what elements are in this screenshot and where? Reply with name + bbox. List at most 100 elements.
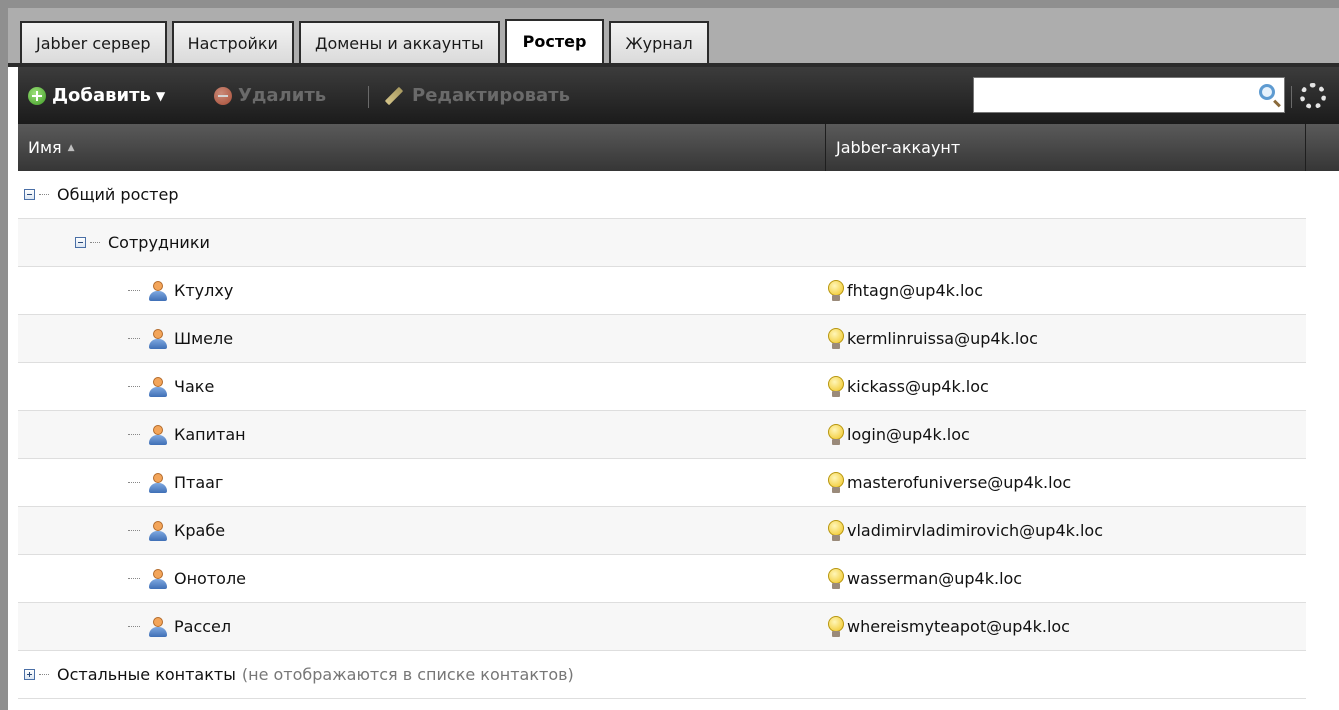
- group-node: Остальные контакты (не отображаются в сп…: [24, 651, 574, 698]
- pencil-icon: [384, 86, 404, 105]
- tab-strip: Jabber сервер Настройки Домены и аккаунт…: [8, 8, 1339, 65]
- expand-icon[interactable]: [24, 669, 35, 680]
- contact-row[interactable]: Капитан login@up4k.loc: [18, 411, 1306, 459]
- group-note: (не отображаются в списке контактов): [241, 665, 574, 684]
- tab-log[interactable]: Журнал: [609, 21, 709, 65]
- user-icon: [148, 424, 168, 445]
- lightbulb-icon: [828, 375, 844, 398]
- column-header-jabber-account[interactable]: Jabber-аккаунт: [826, 124, 1306, 171]
- tree-row-subgroup[interactable]: Сотрудники: [18, 219, 1306, 267]
- contact-jid: vladimirvladimirovich@up4k.loc: [847, 521, 1104, 540]
- group-label: Общий ростер: [57, 185, 179, 204]
- contact-jid-cell: wasserman@up4k.loc: [828, 555, 1022, 602]
- user-icon: [148, 328, 168, 349]
- contact-row[interactable]: Птааг masterofuniverse@up4k.loc: [18, 459, 1306, 507]
- collapse-icon[interactable]: [24, 189, 35, 200]
- contact-jid: whereismyteapot@up4k.loc: [847, 617, 1070, 636]
- search-icon[interactable]: [1259, 84, 1275, 100]
- tree-connector: [128, 338, 140, 339]
- contact-jid-cell: kickass@up4k.loc: [828, 363, 989, 410]
- contact-name: Шмеле: [174, 329, 234, 348]
- tree-row-group-other[interactable]: Остальные контакты (не отображаются в сп…: [18, 651, 1306, 699]
- contact-name-cell: Птааг: [128, 459, 223, 506]
- contact-row[interactable]: Ктулху fhtagn@up4k.loc: [18, 267, 1306, 315]
- add-button[interactable]: Добавить ▼: [28, 67, 165, 124]
- contact-name: Птааг: [174, 473, 224, 492]
- contact-jid: login@up4k.loc: [847, 425, 970, 444]
- lightbulb-icon: [828, 615, 844, 638]
- contact-row[interactable]: Крабе vladimirvladimirovich@up4k.loc: [18, 507, 1306, 555]
- contact-jid-cell: masterofuniverse@up4k.loc: [828, 459, 1071, 506]
- user-icon: [148, 520, 168, 541]
- lightbulb-icon: [828, 471, 844, 494]
- tab-jabber-server[interactable]: Jabber сервер: [20, 21, 167, 65]
- tab-settings[interactable]: Настройки: [171, 21, 294, 65]
- settings-gear-icon[interactable]: [1300, 83, 1326, 109]
- tree-connector: [39, 194, 49, 195]
- lightbulb-icon: [828, 423, 844, 446]
- tab-list: Jabber сервер Настройки Домены и аккаунт…: [20, 19, 714, 65]
- edit-button-label: Редактировать: [412, 85, 570, 106]
- contact-jid-cell: fhtagn@up4k.loc: [828, 267, 983, 314]
- contact-name-cell: Чаке: [128, 363, 214, 410]
- contact-jid: kickass@up4k.loc: [847, 377, 989, 396]
- chevron-down-icon: ▼: [155, 88, 166, 103]
- user-icon: [148, 616, 168, 637]
- contact-jid: fhtagn@up4k.loc: [847, 281, 984, 300]
- contact-name: Крабе: [174, 521, 226, 540]
- tree-connector: [128, 482, 140, 483]
- contact-row[interactable]: Шмеле kermlinruissa@up4k.loc: [18, 315, 1306, 363]
- contact-name-cell: Онотоле: [128, 555, 246, 602]
- lightbulb-icon: [828, 327, 844, 350]
- window-left-border: [0, 0, 8, 710]
- user-icon: [148, 280, 168, 301]
- search-box: [973, 77, 1285, 113]
- grid-header: Имя ▲ Jabber-аккаунт: [18, 124, 1339, 171]
- contact-name-cell: Рассел: [128, 603, 231, 650]
- tab-roster[interactable]: Ростер: [504, 19, 605, 65]
- contact-jid: kermlinruissa@up4k.loc: [847, 329, 1038, 348]
- add-icon: [28, 86, 46, 105]
- user-icon: [148, 568, 168, 589]
- tab-domains-accounts[interactable]: Домены и аккаунты: [298, 21, 500, 65]
- contact-jid: wasserman@up4k.loc: [847, 569, 1023, 588]
- contact-jid-cell: login@up4k.loc: [828, 411, 970, 458]
- tree-connector: [128, 386, 140, 387]
- tree-connector: [128, 434, 140, 435]
- search-input[interactable]: [978, 78, 1252, 112]
- contact-name: Капитан: [174, 425, 246, 444]
- contact-name: Чаке: [174, 377, 215, 396]
- lightbulb-icon: [828, 519, 844, 542]
- contact-name: Ктулху: [174, 281, 234, 300]
- column-header-name[interactable]: Имя ▲: [18, 124, 826, 171]
- roster-tree: Общий ростер Сотрудники Ктулху fhtagn@up…: [18, 171, 1306, 699]
- delete-button[interactable]: Удалить: [214, 67, 326, 124]
- contact-name: Рассел: [174, 617, 232, 636]
- tree-row-group-shared[interactable]: Общий ростер: [18, 171, 1306, 219]
- group-node: Общий ростер: [24, 171, 178, 218]
- edit-button[interactable]: Редактировать: [384, 67, 570, 124]
- contact-name: Онотоле: [174, 569, 247, 588]
- contact-name-cell: Крабе: [128, 507, 225, 554]
- contact-name-cell: Капитан: [128, 411, 246, 458]
- contact-name-cell: Шмеле: [128, 315, 233, 362]
- user-icon: [148, 376, 168, 397]
- contact-row[interactable]: Онотоле wasserman@up4k.loc: [18, 555, 1306, 603]
- tree-connector: [128, 578, 140, 579]
- contact-row[interactable]: Чаке kickass@up4k.loc: [18, 363, 1306, 411]
- contact-row[interactable]: Рассел whereismyteapot@up4k.loc: [18, 603, 1306, 651]
- contact-jid-cell: whereismyteapot@up4k.loc: [828, 603, 1070, 650]
- toolbar-separator-right: [1291, 86, 1292, 108]
- toolbar: Добавить ▼ Удалить Редактировать: [18, 67, 1339, 124]
- subgroup-node: Сотрудники: [75, 219, 210, 266]
- collapse-icon[interactable]: [75, 237, 86, 248]
- column-name-label: Имя: [28, 138, 62, 157]
- group-label: Остальные контакты: [57, 665, 236, 684]
- contact-jid-cell: kermlinruissa@up4k.loc: [828, 315, 1038, 362]
- subgroup-label: Сотрудники: [108, 233, 210, 252]
- tree-connector: [128, 530, 140, 531]
- lightbulb-icon: [828, 567, 844, 590]
- tree-connector: [128, 626, 140, 627]
- contact-jid: masterofuniverse@up4k.loc: [847, 473, 1072, 492]
- window-top-border: [0, 0, 1339, 8]
